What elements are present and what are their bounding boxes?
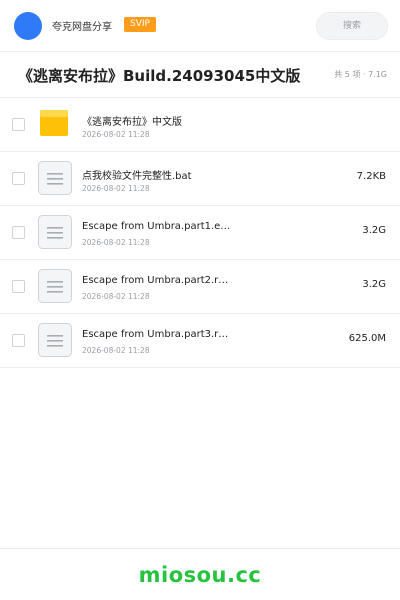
- file-name: Escape from Umbra.part1.e…: [82, 221, 231, 232]
- row-checkbox[interactable]: [12, 226, 25, 239]
- file-date: 2026-08-02 11:28: [82, 130, 150, 139]
- avatar[interactable]: [14, 12, 42, 40]
- row-checkbox[interactable]: [12, 334, 25, 347]
- file-name: 点我校验文件完整性.bat: [82, 171, 192, 182]
- file-icon: [38, 323, 72, 357]
- footer: miosou.cc: [0, 548, 400, 600]
- file-date: 2026-08-02 11:28: [82, 292, 150, 301]
- row-checkbox[interactable]: [12, 118, 25, 131]
- header: 夸克网盘分享 SVIP 搜索: [0, 0, 400, 52]
- list-item[interactable]: 点我校验文件完整性.bat 2026-08-02 11:28 7.2KB: [0, 152, 400, 206]
- app-name: 夸克网盘分享: [52, 22, 112, 33]
- file-icon: [38, 161, 72, 195]
- search-input[interactable]: 搜索: [316, 12, 388, 40]
- file-date: 2026-08-02 11:28: [82, 184, 150, 193]
- share-page: 夸克网盘分享 SVIP 搜索 《逃离安布拉》Build.24093045中文版 …: [0, 0, 400, 600]
- svip-badge: SVIP: [124, 17, 156, 32]
- list-item[interactable]: Escape from Umbra.part1.e… 2026-08-02 11…: [0, 206, 400, 260]
- file-size: 625.0M: [348, 333, 386, 344]
- page-title: 《逃离安布拉》Build.24093045中文版: [18, 67, 301, 85]
- file-size: 7.2KB: [356, 171, 386, 182]
- file-name: Escape from Umbra.part3.r…: [82, 329, 229, 340]
- file-name: 《逃离安布拉》中文版: [82, 117, 182, 128]
- file-date: 2026-08-02 11:28: [82, 238, 150, 247]
- file-size: 3.2G: [362, 225, 386, 236]
- file-name: Escape from Umbra.part2.r…: [82, 275, 229, 286]
- file-icon: [38, 215, 72, 249]
- list-item[interactable]: Escape from Umbra.part3.r… 2026-08-02 11…: [0, 314, 400, 368]
- list-item[interactable]: 《逃离安布拉》中文版 2026-08-02 11:28: [0, 98, 400, 152]
- row-checkbox[interactable]: [12, 280, 25, 293]
- row-checkbox[interactable]: [12, 172, 25, 185]
- folder-icon: [38, 107, 72, 141]
- title-row: 《逃离安布拉》Build.24093045中文版 共 5 项 · 7.1G: [0, 52, 400, 98]
- file-summary: 共 5 项 · 7.1G: [334, 70, 387, 79]
- watermark: miosou.cc: [138, 563, 262, 587]
- list-item[interactable]: Escape from Umbra.part2.r… 2026-08-02 11…: [0, 260, 400, 314]
- file-icon: [38, 269, 72, 303]
- file-date: 2026-08-02 11:28: [82, 346, 150, 355]
- file-size: 3.2G: [362, 279, 386, 290]
